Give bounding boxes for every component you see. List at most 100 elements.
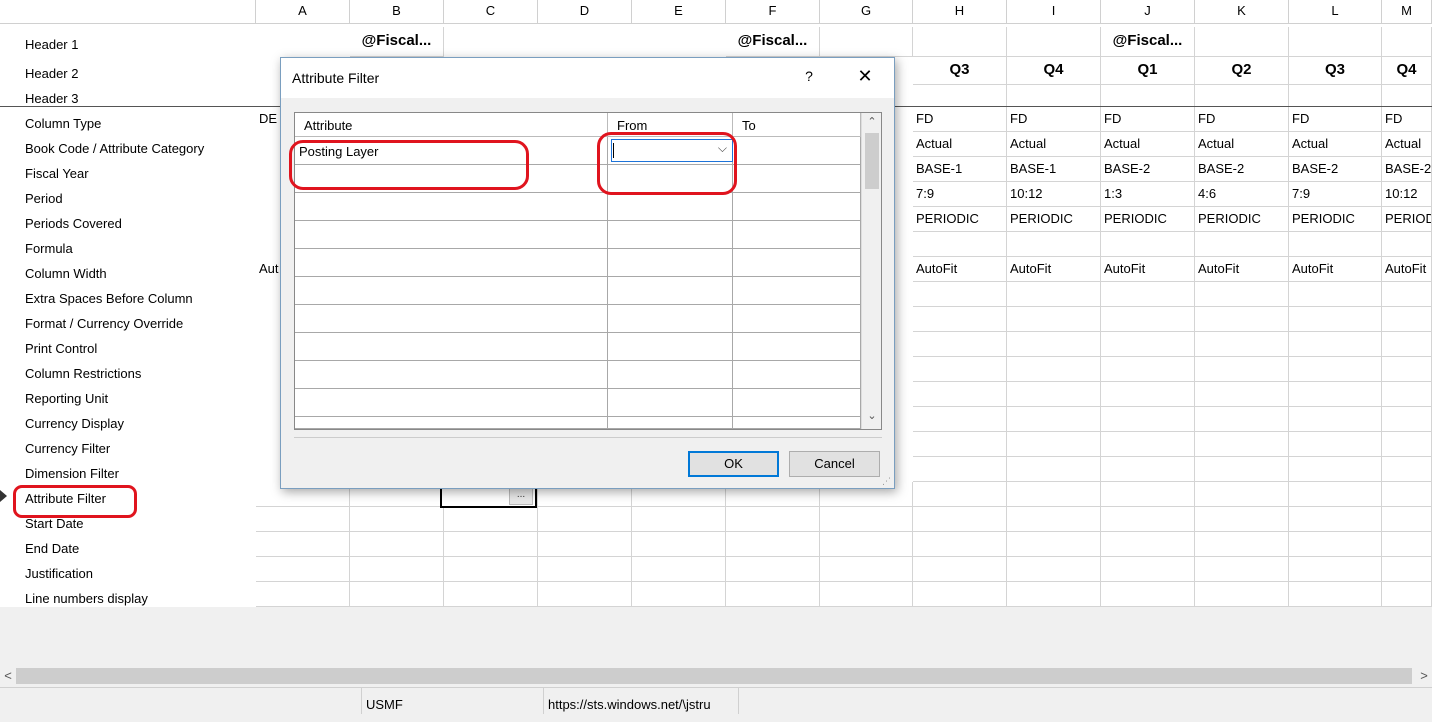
cell-empty[interactable] bbox=[538, 582, 632, 607]
cell-l-empty[interactable] bbox=[1289, 307, 1382, 332]
cell-k-book[interactable]: Actual bbox=[1195, 132, 1289, 157]
cell-i-empty[interactable] bbox=[1007, 282, 1101, 307]
grid-cell-empty[interactable] bbox=[733, 249, 861, 277]
cell-empty[interactable] bbox=[538, 532, 632, 557]
cell-h-empty[interactable] bbox=[913, 507, 1007, 532]
cell-h-fy[interactable]: BASE-1 bbox=[913, 157, 1007, 182]
cell-empty[interactable] bbox=[538, 507, 632, 532]
cell-k-formula[interactable] bbox=[1195, 232, 1289, 257]
header3-cell-k[interactable] bbox=[1195, 85, 1289, 107]
row-label[interactable]: Period bbox=[25, 191, 63, 206]
close-icon[interactable]: ✕ bbox=[854, 66, 876, 87]
cell-h-width[interactable]: AutoFit bbox=[913, 257, 1007, 282]
grid-cell-empty[interactable] bbox=[608, 361, 733, 389]
cell-empty[interactable] bbox=[632, 557, 726, 582]
cell-k-empty[interactable] bbox=[1195, 482, 1289, 507]
row-label[interactable]: Format / Currency Override bbox=[25, 316, 183, 331]
column-header-h[interactable]: H bbox=[913, 0, 1007, 24]
cell-k-empty[interactable] bbox=[1195, 282, 1289, 307]
row-label[interactable]: Print Control bbox=[25, 341, 97, 356]
cell-j-empty[interactable] bbox=[1101, 432, 1195, 457]
scroll-thumb[interactable] bbox=[865, 133, 879, 189]
header1-cell-k[interactable] bbox=[1195, 27, 1289, 57]
cell-l-formula[interactable] bbox=[1289, 232, 1382, 257]
cell-l-empty[interactable] bbox=[1289, 357, 1382, 382]
header1-cell-m[interactable] bbox=[1382, 27, 1432, 57]
cell-l-empty[interactable] bbox=[1289, 532, 1382, 557]
column-header-i[interactable]: I bbox=[1007, 0, 1101, 24]
cell-i-period[interactable]: 10:12 bbox=[1007, 182, 1101, 207]
grid-cell-empty[interactable] bbox=[733, 165, 861, 193]
grid-cell-empty[interactable] bbox=[608, 221, 733, 249]
cell-j-empty[interactable] bbox=[1101, 382, 1195, 407]
horizontal-scrollbar[interactable]: < > bbox=[0, 665, 1432, 687]
header1-cell-l[interactable] bbox=[1289, 27, 1382, 57]
column-header-e[interactable]: E bbox=[632, 0, 726, 24]
grid-cell-empty[interactable] bbox=[295, 333, 608, 361]
row-label[interactable]: Line numbers display bbox=[25, 591, 148, 606]
row-label[interactable]: Dimension Filter bbox=[25, 466, 119, 481]
cell-l-type[interactable]: FD bbox=[1289, 107, 1382, 132]
cell-j-empty[interactable] bbox=[1101, 482, 1195, 507]
header3-cell-h[interactable] bbox=[913, 85, 1007, 107]
row-label[interactable]: Header 3 bbox=[25, 91, 78, 106]
cell-k-empty[interactable] bbox=[1195, 557, 1289, 582]
cell-l-empty[interactable] bbox=[1289, 432, 1382, 457]
cell-empty[interactable] bbox=[820, 582, 913, 607]
cell-l-empty[interactable] bbox=[1289, 382, 1382, 407]
scroll-thumb-horizontal[interactable] bbox=[16, 668, 1412, 684]
grid-cell-empty[interactable] bbox=[295, 277, 608, 305]
grid-cell-empty[interactable] bbox=[608, 305, 733, 333]
cell-m-covered[interactable]: PERIODIC bbox=[1382, 207, 1432, 232]
grid-cell-empty[interactable] bbox=[733, 361, 861, 389]
cell-j-empty[interactable] bbox=[1101, 557, 1195, 582]
cell-m-empty[interactable] bbox=[1382, 332, 1432, 357]
row-label[interactable]: Start Date bbox=[25, 516, 84, 531]
cell-empty[interactable] bbox=[820, 557, 913, 582]
cell-k-empty[interactable] bbox=[1195, 532, 1289, 557]
cell-k-empty[interactable] bbox=[1195, 582, 1289, 607]
cell-j-empty[interactable] bbox=[1101, 507, 1195, 532]
grid-cell-empty[interactable] bbox=[608, 277, 733, 305]
header1-cell-b[interactable]: @Fiscal... bbox=[350, 27, 444, 57]
grid-cell-empty[interactable] bbox=[733, 277, 861, 305]
row-label[interactable]: Extra Spaces Before Column bbox=[25, 291, 193, 306]
scroll-down-icon[interactable]: ⌄ bbox=[862, 409, 882, 427]
cell-m-empty[interactable] bbox=[1382, 557, 1432, 582]
grid-header-to[interactable]: To bbox=[733, 113, 861, 137]
cell-i-empty[interactable] bbox=[1007, 357, 1101, 382]
cell-i-empty[interactable] bbox=[1007, 382, 1101, 407]
cell-k-period[interactable]: 4:6 bbox=[1195, 182, 1289, 207]
cell-m-formula[interactable] bbox=[1382, 232, 1432, 257]
cell-m-empty[interactable] bbox=[1382, 457, 1432, 482]
cell-m-empty[interactable] bbox=[1382, 357, 1432, 382]
cell-l-empty[interactable] bbox=[1289, 457, 1382, 482]
cell-m-empty[interactable] bbox=[1382, 307, 1432, 332]
cell-i-empty[interactable] bbox=[1007, 407, 1101, 432]
cell-empty[interactable] bbox=[444, 507, 538, 532]
cell-h-empty[interactable] bbox=[913, 282, 1007, 307]
row-label[interactable]: Header 2 bbox=[25, 66, 78, 81]
header2-cell-l[interactable]: Q3 bbox=[1289, 57, 1382, 85]
cell-l-empty[interactable] bbox=[1289, 482, 1382, 507]
cell-empty[interactable] bbox=[632, 532, 726, 557]
cell-j-empty[interactable] bbox=[1101, 282, 1195, 307]
cell-empty[interactable] bbox=[256, 557, 350, 582]
cell-k-empty[interactable] bbox=[1195, 407, 1289, 432]
cell-l-empty[interactable] bbox=[1289, 582, 1382, 607]
column-header-d[interactable]: D bbox=[538, 0, 632, 24]
cell-h-empty[interactable] bbox=[913, 407, 1007, 432]
cancel-button[interactable]: Cancel bbox=[789, 451, 880, 477]
cell-j-fy[interactable]: BASE-2 bbox=[1101, 157, 1195, 182]
header3-cell-l[interactable] bbox=[1289, 85, 1382, 107]
cell-k-empty[interactable] bbox=[1195, 307, 1289, 332]
cell-i-fy[interactable]: BASE-1 bbox=[1007, 157, 1101, 182]
cell-j-empty[interactable] bbox=[1101, 407, 1195, 432]
cell-j-empty[interactable] bbox=[1101, 357, 1195, 382]
cell-l-width[interactable]: AutoFit bbox=[1289, 257, 1382, 282]
cell-l-fy[interactable]: BASE-2 bbox=[1289, 157, 1382, 182]
cell-empty[interactable] bbox=[350, 557, 444, 582]
row-label[interactable]: Column Width bbox=[25, 266, 107, 281]
cell-k-type[interactable]: FD bbox=[1195, 107, 1289, 132]
header2-cell-j[interactable]: Q1 bbox=[1101, 57, 1195, 85]
